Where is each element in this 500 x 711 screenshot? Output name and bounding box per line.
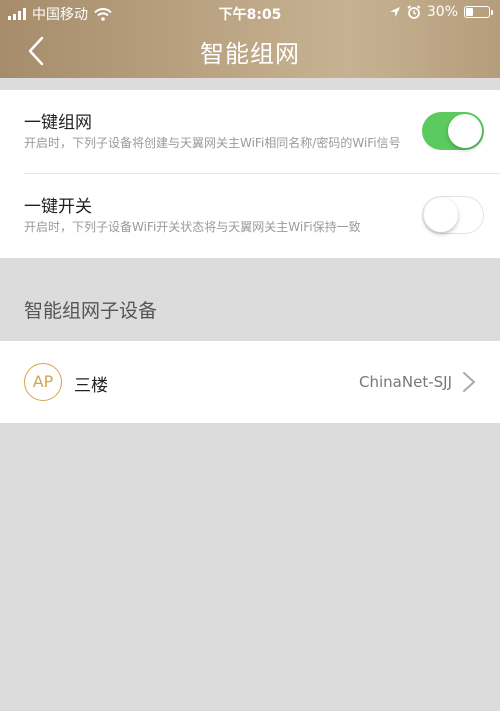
alarm-icon [407, 5, 421, 19]
setting-row-one-key-switch: 一键开关 开启时，下列子设备WiFi开关状态将与天翼网关主WiFi保持一致 [0, 174, 500, 258]
battery-percent: 30% [426, 4, 458, 20]
status-right: 30% [389, 4, 493, 20]
header-gap [0, 78, 500, 90]
setting-title: 一键组网 [24, 113, 92, 133]
setting-description: 开启时，下列子设备WiFi开关状态将与天翼网关主WiFi保持一致 [24, 220, 361, 234]
setting-description: 开启时，下列子设备将创建与天翼网关主WiFi相同名称/密码的WiFi信号 [24, 136, 401, 150]
one-key-mesh-toggle[interactable] [422, 112, 484, 150]
page-title: 智能组网 [200, 40, 300, 68]
battery-fill [466, 8, 473, 16]
device-ssid: ChinaNet-SJJ [359, 373, 452, 391]
battery-icon [464, 6, 493, 18]
app-header: 中国移动 下午8:05 30% 智能组网 [0, 0, 500, 78]
settings-card: 一键组网 开启时，下列子设备将创建与天翼网关主WiFi相同名称/密码的WiFi信… [0, 90, 500, 258]
ap-badge: AP [24, 363, 62, 401]
location-icon [389, 7, 400, 17]
chevron-right-icon [463, 372, 475, 392]
device-row[interactable]: AP 三楼 ChinaNet-SJJ [0, 341, 500, 423]
toggle-knob [424, 198, 458, 232]
section-heading: 智能组网子设备 [24, 300, 158, 322]
setting-title: 一键开关 [24, 197, 92, 217]
setting-row-one-key-mesh: 一键组网 开启时，下列子设备将创建与天翼网关主WiFi相同名称/密码的WiFi信… [0, 90, 500, 174]
toggle-knob [448, 114, 482, 148]
one-key-switch-toggle[interactable] [422, 196, 484, 234]
device-name: 三楼 [74, 376, 108, 396]
status-bar: 中国移动 下午8:05 30% [0, 0, 500, 26]
